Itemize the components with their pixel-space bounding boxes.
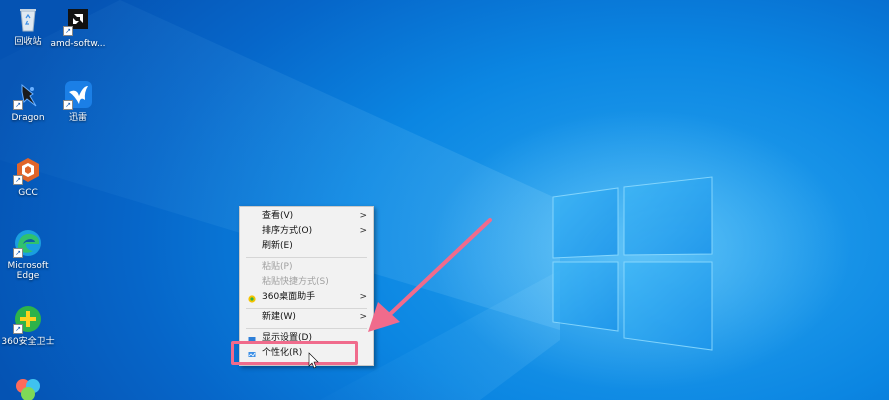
desktop[interactable]: 回收站 ↗ amd-softw... ↗ Dragon ↗ 迅雷 ↗ GCC ↗… [0, 0, 889, 400]
menu-item-label: 新建(W) [262, 312, 296, 322]
menu-separator [246, 328, 367, 329]
desktop-icon-amd-software[interactable]: ↗ amd-softw... [50, 6, 106, 49]
desktop-icon-partial[interactable] [0, 376, 56, 400]
edge-icon: ↗ [13, 228, 43, 258]
desktop-icon-label: Edge [16, 271, 40, 281]
desktop-icon-gcc[interactable]: ↗ GCC [0, 155, 56, 198]
desktop-icon-edge[interactable]: ↗ Microsoft Edge [0, 228, 56, 281]
menu-separator [246, 308, 367, 309]
shortcut-arrow-icon: ↗ [13, 324, 23, 334]
gcc-icon: ↗ [13, 155, 43, 185]
menu-item-sort-by[interactable]: 排序方式(O) > [240, 224, 373, 239]
menu-item-paste-shortcut[interactable]: 粘贴快捷方式(S) [240, 275, 373, 290]
menu-item-label: 360桌面助手 [262, 292, 316, 302]
recycle-bin-icon [13, 4, 43, 34]
menu-separator [246, 257, 367, 258]
dragon-app-icon: ↗ [13, 80, 43, 110]
shortcut-arrow-icon: ↗ [13, 100, 23, 110]
menu-item-label: 排序方式(O) [262, 226, 313, 236]
desktop-icon-label: 回收站 [14, 37, 42, 47]
shortcut-arrow-icon: ↗ [13, 175, 23, 185]
shortcut-arrow-icon: ↗ [63, 26, 73, 36]
360-desktop-icon [248, 294, 256, 303]
menu-item-label: 粘贴(P) [262, 262, 293, 272]
shortcut-arrow-icon: ↗ [63, 100, 73, 110]
desktop-icon-recycle-bin[interactable]: 回收站 [0, 4, 56, 47]
menu-item-paste[interactable]: 粘贴(P) [240, 260, 373, 275]
menu-item-label: 刷新(E) [262, 241, 293, 251]
desktop-icon-label: GCC [18, 188, 38, 198]
menu-item-refresh[interactable]: 刷新(E) [240, 239, 373, 254]
menu-item-new[interactable]: 新建(W) > [240, 310, 373, 325]
menu-item-label: 粘贴快捷方式(S) [262, 277, 329, 287]
submenu-chevron-icon: > [359, 292, 367, 302]
360-safe-icon: ↗ [13, 304, 43, 334]
amd-software-icon: ↗ [63, 6, 93, 36]
menu-item-view[interactable]: 查看(V) > [240, 209, 373, 224]
desktop-icon-label: Dragon [11, 113, 45, 123]
submenu-chevron-icon: > [359, 211, 367, 221]
submenu-chevron-icon: > [359, 312, 367, 322]
xunlei-bird-icon: ↗ [63, 80, 93, 110]
desktop-icon-label: 迅雷 [68, 113, 87, 123]
submenu-chevron-icon: > [359, 226, 367, 236]
shortcut-arrow-icon: ↗ [13, 248, 23, 258]
annotation-highlight-box [231, 341, 358, 365]
annotation-arrow [308, 218, 492, 369]
menu-item-360-desktop-assistant[interactable]: 360桌面助手 > [240, 290, 373, 305]
desktop-icon-label: 360安全卫士 [1, 337, 55, 347]
desktop-icon-dragon[interactable]: ↗ Dragon [0, 80, 56, 123]
desktop-icon-label: Microsoft [7, 261, 49, 271]
app-icon-partial [13, 376, 43, 400]
wallpaper-windows-logo [0, 0, 713, 400]
desktop-icon-label: amd-softw... [50, 39, 106, 49]
desktop-icon-xunlei[interactable]: ↗ 迅雷 [50, 80, 106, 123]
desktop-icon-360-safe[interactable]: ↗ 360安全卫士 [0, 304, 56, 347]
menu-item-label: 查看(V) [262, 211, 294, 221]
